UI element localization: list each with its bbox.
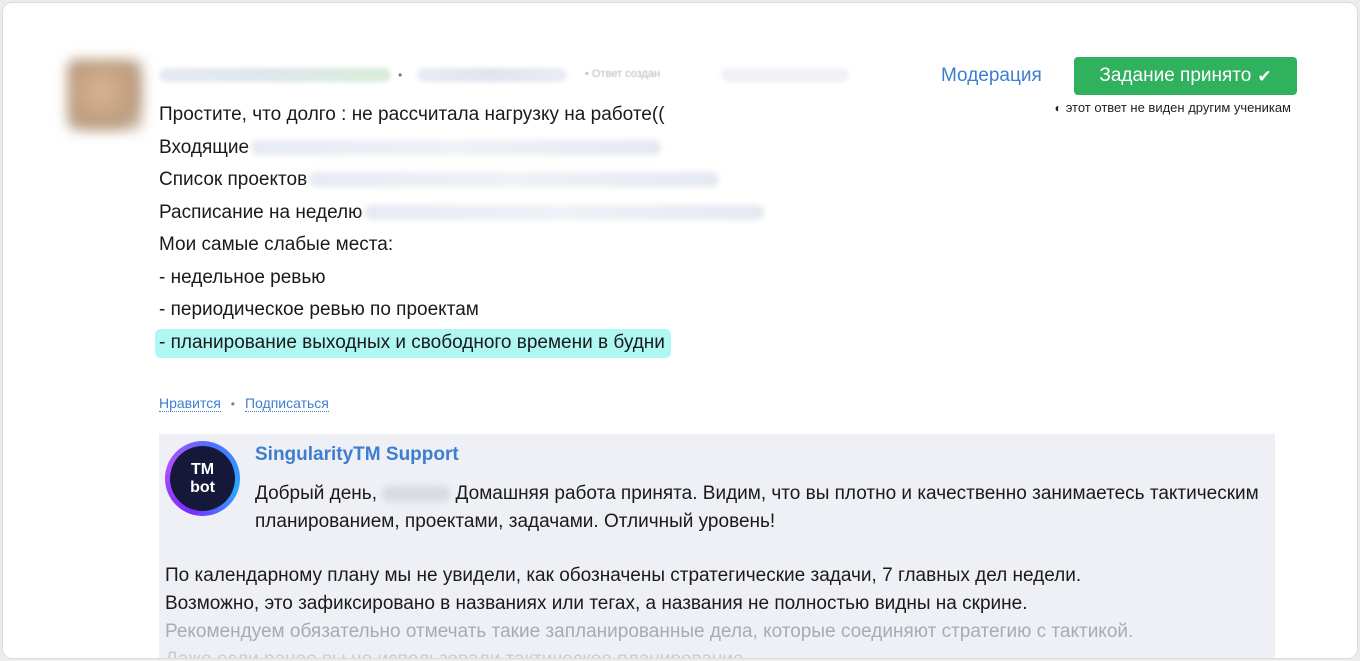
answer-line-text: - недельное ревью: [159, 266, 326, 288]
answer-line-text: Входящие: [159, 136, 250, 158]
answer-line: Простите, что долго : не рассчитала нагр…: [159, 99, 859, 132]
answer-line: Мои самые слабые места:: [159, 229, 859, 262]
inbox-link-blurred[interactable]: [251, 139, 662, 155]
answer-line-highlighted: - планирование выходных и свободного вре…: [155, 327, 859, 360]
answer-line-text: - периодическое ревью по проектам: [159, 299, 479, 320]
answer-line-text: Мои самые слабые места:: [159, 234, 394, 255]
author-name-blurred[interactable]: [159, 68, 391, 82]
support-greeting: Добрый день, Домашняя работа принята. Ви…: [255, 480, 1265, 536]
task-accepted-button[interactable]: Задание принято ✔: [1074, 57, 1297, 95]
created-date-blurred: [721, 68, 849, 82]
subscribe-link[interactable]: Подписаться: [244, 395, 329, 412]
author-role-blurred: [417, 68, 567, 82]
answer-body: Простите, что долго : не рассчитала нагр…: [155, 99, 859, 360]
bot-avatar-line2: bot: [190, 478, 215, 496]
answer-line-text: Список проектов: [159, 169, 308, 190]
answer-actions: Нравится • Подписаться: [159, 395, 329, 412]
author-avatar[interactable]: [67, 59, 143, 131]
answer-created-label: • Ответ создан: [585, 68, 661, 80]
support-para-line-faded: Даже если ранее вы не использовали такти…: [165, 646, 1275, 658]
student-name-blurred: [382, 485, 451, 502]
answer-meta: • • Ответ создан: [159, 65, 859, 85]
greeting-start: Добрый день,: [255, 483, 377, 504]
task-accepted-label: Задание принято: [1099, 65, 1252, 86]
support-paragraph: По календарному плану мы не увидели, как…: [165, 562, 1275, 658]
support-para-line: Возможно, это зафиксировано в названиях …: [165, 593, 1028, 614]
bot-avatar-inner: TM bot: [170, 446, 235, 511]
support-reply: TM bot SingularityTM Support Добрый день…: [159, 434, 1275, 658]
hidden-answer-text: этот ответ не виден другим ученикам: [1065, 100, 1291, 115]
like-link[interactable]: Нравится: [159, 395, 221, 412]
eye-off-icon: ◐: [1054, 100, 1062, 115]
hidden-answer-note: ◐ этот ответ не виден другим ученикам: [1054, 100, 1291, 115]
actions-separator: •: [230, 396, 235, 411]
answer-line: - недельное ревью: [159, 262, 859, 295]
answer-line: Расписание на неделю: [159, 197, 859, 230]
support-author-name[interactable]: SingularityTM Support: [255, 444, 459, 466]
answer-line: Входящие: [159, 132, 859, 165]
schedule-link-blurred[interactable]: [364, 204, 765, 220]
answer-line-text: Расписание на неделю: [159, 201, 363, 223]
answer-line: Список проектов: [159, 164, 859, 197]
answer-card: • • Ответ создан Модерация Задание приня…: [2, 2, 1358, 659]
bot-avatar[interactable]: TM bot: [165, 441, 240, 516]
bot-avatar-line1: TM: [190, 460, 215, 478]
meta-separator: •: [398, 68, 403, 82]
check-icon: ✔: [1257, 66, 1272, 86]
answer-line-text: - планирование выходных и свободного вре…: [155, 328, 671, 358]
projects-link-blurred[interactable]: [309, 172, 720, 188]
moderation-link[interactable]: Модерация: [941, 65, 1042, 87]
answer-line: - периодическое ревью по проектам: [159, 294, 859, 327]
answer-line-text: Простите, что долго : не рассчитала нагр…: [159, 104, 665, 125]
support-para-line-faded: Рекомендуем обязательно отмечать такие з…: [165, 621, 1134, 642]
support-para-line: По календарному плану мы не увидели, как…: [165, 565, 1082, 586]
